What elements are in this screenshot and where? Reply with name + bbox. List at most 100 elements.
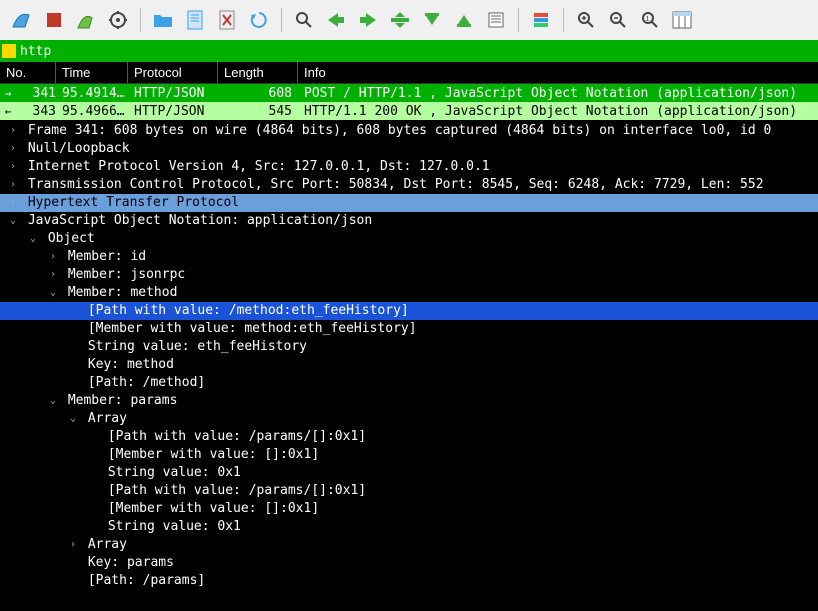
tree-node-label: [Path: /method]	[80, 374, 205, 392]
tree-node[interactable]: String value: eth_feeHistory	[0, 338, 818, 356]
cell-length: 545	[218, 104, 298, 119]
expand-icon[interactable]: ›	[66, 536, 80, 554]
tree-node-label: Frame 341: 608 bytes on wire (4864 bits)…	[20, 122, 771, 140]
tree-node[interactable]: [Path with value: /params/[]:0x1]	[0, 482, 818, 500]
save-file-icon[interactable]	[181, 6, 209, 34]
expand-icon[interactable]: ›	[6, 122, 20, 140]
response-arrow-icon: ←	[0, 105, 16, 118]
tree-node[interactable]: [Path: /method]	[0, 374, 818, 392]
tree-node[interactable]: [Path with value: /method:eth_feeHistory…	[0, 302, 818, 320]
tree-node[interactable]: › Member: jsonrpc	[0, 266, 818, 284]
tree-node-label: Member: jsonrpc	[60, 266, 185, 284]
request-arrow-icon: →	[0, 87, 16, 100]
go-forward-icon[interactable]	[354, 6, 382, 34]
tree-node-label: [Member with value: []:0x1]	[100, 446, 319, 464]
toolbar-separator	[281, 8, 282, 32]
packet-list[interactable]: →34195.4914…HTTP/JSON608POST / HTTP/1.1 …	[0, 84, 818, 120]
column-header-info[interactable]: Info	[298, 62, 818, 83]
packet-row[interactable]: ←34395.4966…HTTP/JSON545HTTP/1.1 200 OK …	[0, 102, 818, 120]
go-to-first-icon[interactable]	[418, 6, 446, 34]
expand-icon[interactable]: ›	[46, 266, 60, 284]
go-back-icon[interactable]	[322, 6, 350, 34]
filter-bookmark-icon[interactable]	[2, 44, 16, 58]
tree-node[interactable]: › Array	[0, 536, 818, 554]
tree-node[interactable]: ⌄ Array	[0, 410, 818, 428]
tree-node[interactable]: › Hypertext Transfer Protocol	[0, 194, 818, 212]
toolbar-separator	[518, 8, 519, 32]
column-header-protocol[interactable]: Protocol	[128, 62, 218, 83]
tree-node[interactable]: [Path with value: /params/[]:0x1]	[0, 428, 818, 446]
toolbar-separator	[140, 8, 141, 32]
cell-time: 95.4966…	[56, 104, 128, 119]
go-to-packet-icon[interactable]	[386, 6, 414, 34]
tree-node[interactable]: [Member with value: []:0x1]	[0, 500, 818, 518]
tree-node[interactable]: ⌄ Member: params	[0, 392, 818, 410]
tree-node[interactable]: String value: 0x1	[0, 464, 818, 482]
open-file-icon[interactable]	[149, 6, 177, 34]
tree-node-label: Null/Loopback	[20, 140, 130, 158]
tree-node[interactable]: › Internet Protocol Version 4, Src: 127.…	[0, 158, 818, 176]
column-header-no[interactable]: No.	[0, 62, 56, 83]
zoom-out-icon[interactable]	[604, 6, 632, 34]
tree-node-label: Array	[80, 410, 127, 428]
tree-node[interactable]: ⌄ JavaScript Object Notation: applicatio…	[0, 212, 818, 230]
auto-scroll-icon[interactable]	[482, 6, 510, 34]
stop-capture-icon[interactable]	[40, 6, 68, 34]
tree-node[interactable]: ⌄ Member: method	[0, 284, 818, 302]
cell-info: HTTP/1.1 200 OK , JavaScript Object Nota…	[298, 104, 818, 119]
tree-node-label: Member: id	[60, 248, 146, 266]
collapse-icon[interactable]: ⌄	[66, 410, 80, 428]
tree-node-label: Internet Protocol Version 4, Src: 127.0.…	[20, 158, 490, 176]
collapse-icon[interactable]: ⌄	[46, 284, 60, 302]
restart-capture-icon[interactable]	[72, 6, 100, 34]
expand-icon[interactable]: ›	[46, 248, 60, 266]
find-packet-icon[interactable]	[290, 6, 318, 34]
tree-node[interactable]: › Member: id	[0, 248, 818, 266]
tree-node[interactable]: ⌄ Object	[0, 230, 818, 248]
zoom-in-icon[interactable]	[572, 6, 600, 34]
tree-node[interactable]: › Transmission Control Protocol, Src Por…	[0, 176, 818, 194]
tree-node[interactable]: [Path: /params]	[0, 572, 818, 590]
close-file-icon[interactable]	[213, 6, 241, 34]
tree-node-label: Key: params	[80, 554, 174, 572]
tree-node-label: [Path: /params]	[80, 572, 205, 590]
go-to-last-icon[interactable]	[450, 6, 478, 34]
tree-node-label: Transmission Control Protocol, Src Port:…	[20, 176, 764, 194]
tree-node-label: Hypertext Transfer Protocol	[20, 194, 239, 212]
packet-row[interactable]: →34195.4914…HTTP/JSON608POST / HTTP/1.1 …	[0, 84, 818, 102]
tree-node[interactable]: Key: method	[0, 356, 818, 374]
svg-text:1: 1	[646, 16, 650, 23]
toolbar-separator	[563, 8, 564, 32]
tree-node-label: Key: method	[80, 356, 174, 374]
tree-node[interactable]: Key: params	[0, 554, 818, 572]
column-header-length[interactable]: Length	[218, 62, 298, 83]
collapse-icon[interactable]: ⌄	[26, 230, 40, 248]
resize-columns-icon[interactable]	[668, 6, 696, 34]
capture-options-icon[interactable]	[104, 6, 132, 34]
reload-file-icon[interactable]	[245, 6, 273, 34]
zoom-reset-icon[interactable]: 1	[636, 6, 664, 34]
tree-node-label: String value: 0x1	[100, 464, 241, 482]
cell-no: 343	[16, 104, 56, 119]
cell-length: 608	[218, 86, 298, 101]
expand-icon[interactable]: ›	[6, 140, 20, 158]
display-filter-input[interactable]	[20, 44, 818, 59]
expand-icon[interactable]: ›	[6, 194, 20, 212]
tree-node-label: [Member with value: method:eth_feeHistor…	[80, 320, 417, 338]
tree-node[interactable]: › Frame 341: 608 bytes on wire (4864 bit…	[0, 122, 818, 140]
tree-node-label: String value: eth_feeHistory	[80, 338, 307, 356]
shark-fin-icon[interactable]	[8, 6, 36, 34]
collapse-icon[interactable]: ⌄	[46, 392, 60, 410]
tree-node[interactable]: [Member with value: method:eth_feeHistor…	[0, 320, 818, 338]
tree-node[interactable]: String value: 0x1	[0, 518, 818, 536]
column-header-time[interactable]: Time	[56, 62, 128, 83]
main-toolbar: 1	[0, 0, 818, 40]
collapse-icon[interactable]: ⌄	[6, 212, 20, 230]
tree-node[interactable]: › Null/Loopback	[0, 140, 818, 158]
expand-icon[interactable]: ›	[6, 176, 20, 194]
colorize-icon[interactable]	[527, 6, 555, 34]
expand-icon[interactable]: ›	[6, 158, 20, 176]
packet-details-pane[interactable]: › Frame 341: 608 bytes on wire (4864 bit…	[0, 120, 818, 611]
tree-node[interactable]: [Member with value: []:0x1]	[0, 446, 818, 464]
tree-node-label: Object	[40, 230, 95, 248]
